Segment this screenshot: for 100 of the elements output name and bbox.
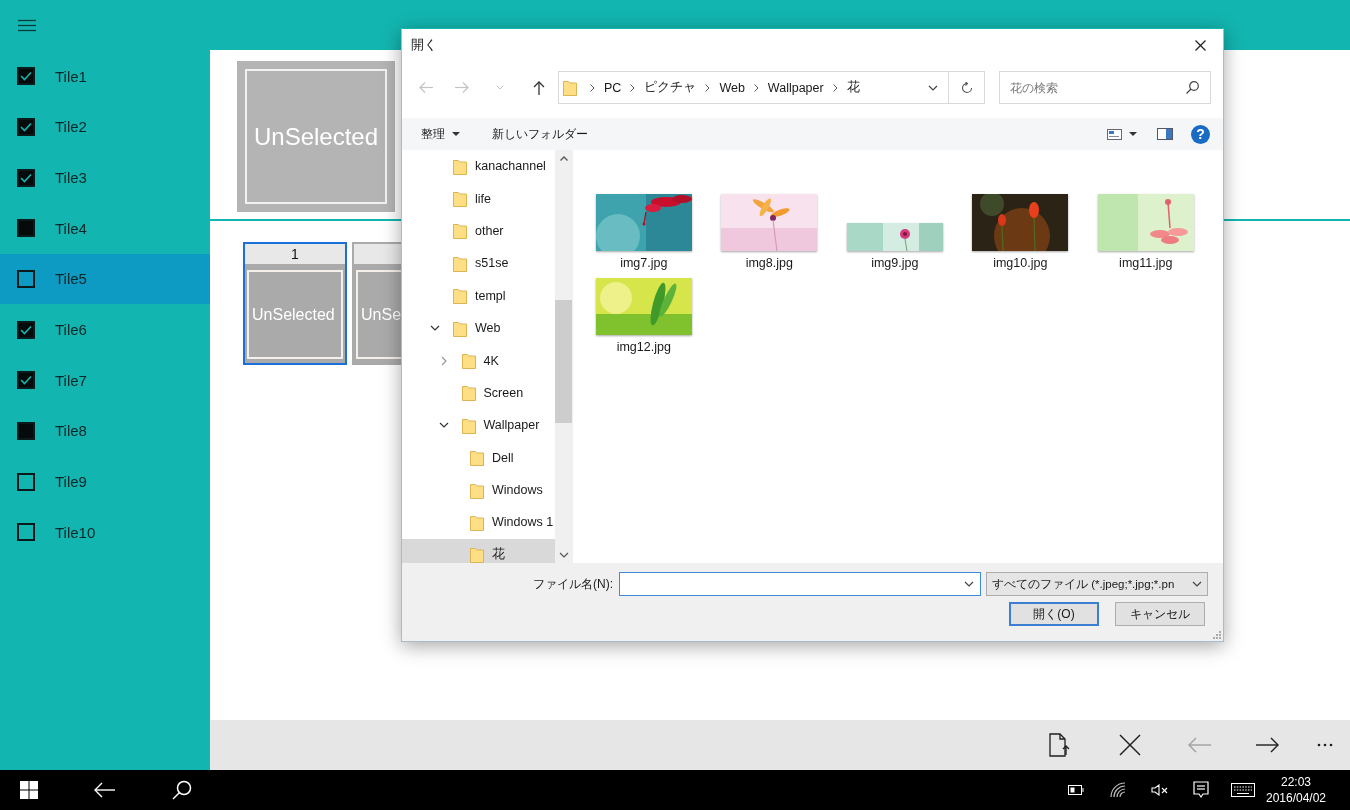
scroll-down-icon xyxy=(558,551,569,558)
organize-menu[interactable]: 整理 xyxy=(413,121,468,147)
clock-date: 2016/04/02 xyxy=(1265,790,1327,806)
keyboard-icon xyxy=(1231,783,1255,797)
new-folder-button[interactable]: 新しいフォルダー xyxy=(484,121,596,147)
menu-icon[interactable] xyxy=(18,19,36,32)
file-item[interactable]: img9.jpg xyxy=(832,194,958,270)
chevron-down-icon[interactable] xyxy=(430,325,440,332)
tree-item[interactable]: life xyxy=(402,182,555,215)
tree-item[interactable]: 4K xyxy=(402,344,555,377)
file-name-field[interactable] xyxy=(619,572,981,596)
tree-item[interactable]: kanachannel xyxy=(402,150,555,183)
file-item[interactable]: img12.jpg xyxy=(581,278,707,354)
folder-icon xyxy=(470,481,484,499)
tree-item[interactable]: s51se xyxy=(402,247,555,280)
battery-icon xyxy=(1068,785,1084,795)
checkbox[interactable] xyxy=(17,168,35,187)
folder-icon xyxy=(470,546,484,563)
chevron-right-icon xyxy=(753,83,759,92)
folder-icon xyxy=(470,514,484,531)
nav-item[interactable]: Tile1 xyxy=(0,51,210,102)
tree-item[interactable]: Web xyxy=(402,311,555,345)
folder-icon xyxy=(453,157,467,175)
file-type-dropdown[interactable]: すべてのファイル (*.jpeg;*.jpg;*.pn xyxy=(986,572,1208,596)
tree-item[interactable]: Dell xyxy=(402,441,555,474)
checkbox[interactable] xyxy=(17,472,35,491)
tile-label: UnSe xyxy=(361,305,402,324)
checkbox[interactable] xyxy=(17,118,35,136)
file-item[interactable]: img8.jpg xyxy=(706,194,832,270)
check-icon xyxy=(20,324,32,335)
folder-icon xyxy=(453,222,467,240)
breadcrumb-item[interactable]: PC xyxy=(604,80,622,95)
muted-speaker-icon xyxy=(1150,784,1168,796)
tree-item[interactable]: other xyxy=(402,214,555,248)
tree-item[interactable]: 花 xyxy=(402,538,555,563)
cancel-button[interactable]: キャンセル xyxy=(1115,602,1205,626)
check-icon xyxy=(20,71,32,82)
checkbox[interactable] xyxy=(17,320,35,339)
check-icon xyxy=(20,172,32,183)
nav-item[interactable]: Tile6 xyxy=(0,304,210,355)
folder-icon xyxy=(461,384,476,402)
caret-icon xyxy=(452,132,460,136)
tree-item[interactable]: templ xyxy=(402,279,555,312)
checkbox[interactable] xyxy=(17,219,35,238)
checkbox[interactable] xyxy=(17,269,35,288)
search-field[interactable]: 花の検索 xyxy=(999,71,1211,104)
chevron-down-icon xyxy=(1192,581,1202,587)
nav-item[interactable]: Tile9 xyxy=(0,456,210,507)
tree-item[interactable]: Windows xyxy=(402,473,555,507)
scrollbar[interactable] xyxy=(555,150,572,563)
chevron-down-icon[interactable] xyxy=(438,422,449,429)
dialog-title: 開く xyxy=(410,36,437,54)
tree-item[interactable]: Wallpaper xyxy=(402,409,555,442)
checkbox[interactable] xyxy=(17,67,35,86)
thumbnail-tile[interactable]: 1 UnSelected xyxy=(243,242,347,365)
nav-item[interactable]: Tile10 xyxy=(0,506,210,558)
file-name-label: ファイル名(N): xyxy=(533,575,613,593)
breadcrumb-item[interactable]: Web xyxy=(719,80,745,95)
file-name: img9.jpg xyxy=(871,256,919,270)
help-button[interactable]: ? xyxy=(1191,124,1210,144)
open-button[interactable]: 開く(O) xyxy=(1009,602,1099,626)
folder-icon xyxy=(453,254,467,272)
nav-item[interactable]: Tile2 xyxy=(0,101,210,153)
folder-icon xyxy=(453,319,467,337)
view-icon xyxy=(1107,128,1122,140)
chevron-right-icon xyxy=(630,83,636,92)
chevron-down-icon xyxy=(928,84,938,91)
file-name: img7.jpg xyxy=(620,256,668,270)
nav-item[interactable]: Tile3 xyxy=(0,152,210,203)
file-name: img10.jpg xyxy=(993,256,1048,270)
tile-label: UnSelected xyxy=(253,122,379,151)
nav-item[interactable]: Tile5 xyxy=(0,253,210,305)
chevron-right-icon[interactable] xyxy=(440,355,447,366)
refresh-icon xyxy=(960,81,973,94)
check-icon xyxy=(20,375,32,386)
nav-item[interactable]: Tile7 xyxy=(0,354,210,406)
folder-icon xyxy=(453,287,467,305)
folder-icon xyxy=(461,352,476,370)
breadcrumb-item[interactable]: ピクチャ xyxy=(644,79,697,96)
nav-item[interactable]: Tile4 xyxy=(0,202,210,254)
tree-item[interactable]: Screen xyxy=(402,376,555,410)
folder-icon xyxy=(461,416,476,434)
file-item[interactable]: img11.jpg xyxy=(1083,194,1209,270)
resize-grip-icon xyxy=(1213,631,1221,639)
checkbox[interactable] xyxy=(17,421,35,440)
scroll-up-icon xyxy=(559,156,568,161)
address-bar[interactable]: PC ピクチャ Web Wallpaper 花 xyxy=(558,71,949,104)
tile-label: UnSelected xyxy=(252,305,335,324)
file-item[interactable]: img7.jpg xyxy=(581,194,707,270)
caret-icon xyxy=(1129,132,1137,136)
start-icon xyxy=(20,781,38,799)
file-item[interactable]: img10.jpg xyxy=(957,194,1083,270)
tree-item[interactable]: Windows 1 xyxy=(402,506,555,539)
checkbox[interactable] xyxy=(17,371,35,390)
file-name: img11.jpg xyxy=(1119,256,1173,270)
nav-item[interactable]: Tile8 xyxy=(0,405,210,457)
breadcrumb-item[interactable]: Wallpaper xyxy=(767,80,824,95)
clock-time: 22:03 xyxy=(1281,774,1311,790)
checkbox[interactable] xyxy=(17,523,35,542)
breadcrumb-item[interactable]: 花 xyxy=(846,79,860,96)
